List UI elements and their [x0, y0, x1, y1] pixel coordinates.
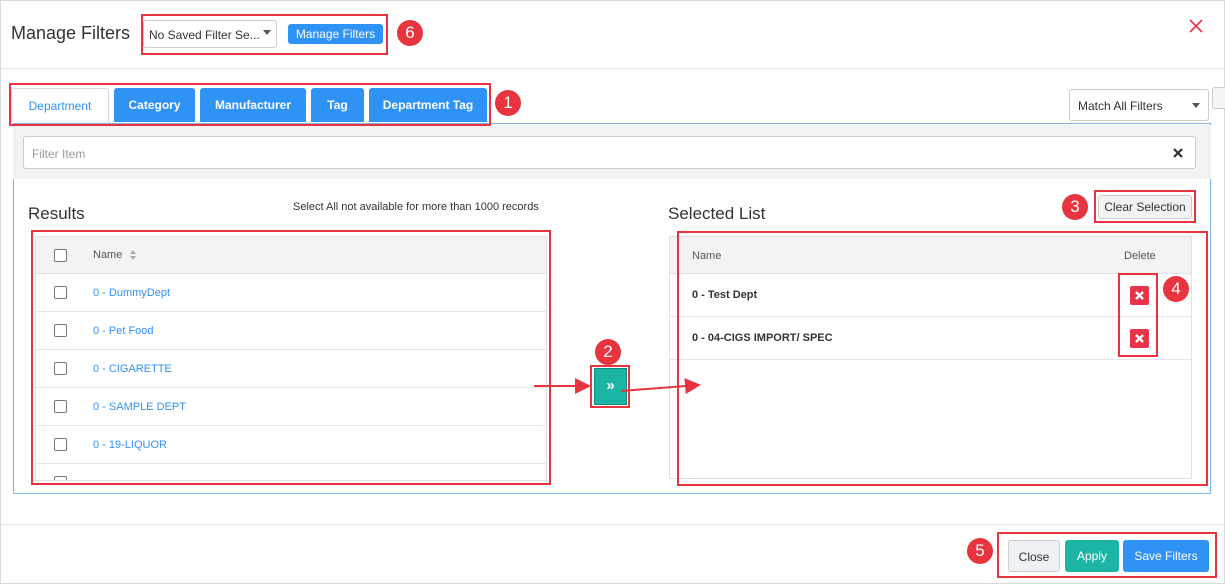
annotation-box-6: [141, 14, 388, 55]
annotation-box-3: [1094, 190, 1196, 223]
manage-filters-modal: Manage Filters No Saved Filter Se... Man…: [0, 0, 1225, 584]
match-filters-value: Match All Filters: [1078, 99, 1163, 113]
filter-item-input[interactable]: Filter Item: [23, 136, 1196, 169]
annotation-badge-2: 2: [595, 339, 621, 365]
header-divider: [1, 68, 1225, 69]
annotation-box-1: [9, 83, 491, 126]
clear-filter-icon[interactable]: [1171, 146, 1185, 160]
annotation-badge-6: 6: [397, 20, 423, 46]
annotation-box-5: [997, 532, 1217, 578]
annotation-badge-4: 4: [1163, 276, 1189, 302]
annotation-box-selected: [677, 231, 1208, 486]
annotation-box-results: [31, 230, 551, 485]
selected-list-title: Selected List: [668, 204, 766, 223]
results-note: Select All not available for more than 1…: [293, 201, 539, 213]
close-icon[interactable]: [1187, 17, 1205, 35]
match-filters-select[interactable]: Match All Filters: [1069, 89, 1209, 121]
annotation-box-2: [590, 365, 630, 408]
footer-divider: [1, 524, 1225, 525]
annotation-box-4: [1118, 273, 1158, 357]
side-toggle-button[interactable]: [1212, 87, 1225, 109]
results-title: Results: [28, 204, 85, 223]
chevron-down-icon: [1192, 103, 1200, 108]
annotation-badge-5: 5: [967, 538, 993, 564]
modal-title: Manage Filters: [11, 23, 131, 43]
annotation-badge-1: 1: [495, 90, 521, 116]
annotation-badge-3: 3: [1062, 194, 1088, 220]
